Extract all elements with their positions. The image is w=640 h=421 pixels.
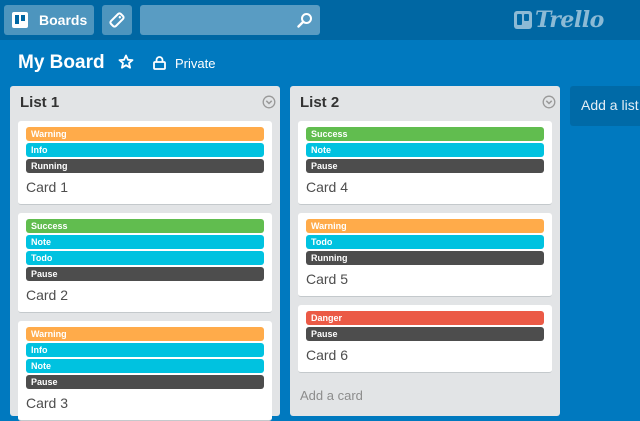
star-icon[interactable] bbox=[118, 54, 134, 70]
label-warning: Warning bbox=[306, 219, 544, 233]
label-note: Note bbox=[306, 143, 544, 157]
board-title[interactable]: My Board bbox=[18, 50, 105, 76]
card-title: Card 5 bbox=[306, 271, 349, 287]
top-bar: Boards Trello bbox=[0, 0, 640, 40]
list-title[interactable]: List 1 bbox=[20, 94, 59, 112]
card[interactable]: Warning Info Note Pause Card 3 bbox=[18, 321, 272, 421]
card[interactable]: Warning Todo Running Card 5 bbox=[298, 213, 552, 297]
boards-icon bbox=[12, 12, 28, 28]
card-title: Card 2 bbox=[26, 287, 69, 303]
label-note: Note bbox=[26, 359, 264, 373]
label-success: Success bbox=[26, 219, 264, 233]
app-logo[interactable]: Trello bbox=[514, 7, 604, 33]
label-info: Info bbox=[26, 143, 264, 157]
tag-icon bbox=[109, 12, 125, 28]
card[interactable]: Success Note Todo Pause Card 2 bbox=[18, 213, 272, 313]
privacy-label: Private bbox=[175, 55, 216, 71]
label-running: Running bbox=[26, 159, 264, 173]
label-pause: Pause bbox=[26, 375, 264, 389]
label-success: Success bbox=[306, 127, 544, 141]
lock-icon bbox=[153, 56, 166, 70]
add-list-button[interactable]: Add a list bbox=[570, 86, 640, 126]
label-warning: Warning bbox=[26, 127, 264, 141]
card[interactable]: Warning Info Running Card 1 bbox=[18, 121, 272, 205]
privacy-button[interactable]: Private bbox=[153, 52, 215, 74]
label-info: Info bbox=[26, 343, 264, 357]
label-todo: Todo bbox=[306, 235, 544, 249]
card-title: Card 4 bbox=[306, 179, 349, 195]
chevron-down-icon[interactable] bbox=[542, 95, 556, 109]
label-running: Running bbox=[306, 251, 544, 265]
label-pause: Pause bbox=[306, 159, 544, 173]
list-title[interactable]: List 2 bbox=[300, 94, 339, 112]
card-title: Card 6 bbox=[306, 347, 349, 363]
chevron-down-icon[interactable] bbox=[262, 95, 276, 109]
boards-button[interactable]: Boards bbox=[4, 5, 94, 35]
card-title: Card 1 bbox=[26, 179, 69, 195]
card[interactable]: Success Note Pause Card 4 bbox=[298, 121, 552, 205]
list-2: List 2 Success Note Pause Card 4 Warning… bbox=[290, 86, 560, 416]
card-title: Card 3 bbox=[26, 395, 69, 411]
label-note: Note bbox=[26, 235, 264, 249]
label-danger: Danger bbox=[306, 311, 544, 325]
tag-button[interactable] bbox=[102, 5, 132, 35]
card[interactable]: Danger Pause Card 6 bbox=[298, 305, 552, 373]
label-pause: Pause bbox=[306, 327, 544, 341]
search-icon[interactable] bbox=[297, 12, 313, 28]
list-1: List 1 Warning Info Running Card 1 Succe… bbox=[10, 86, 280, 421]
trello-logo-icon bbox=[514, 11, 532, 29]
label-pause: Pause bbox=[26, 267, 264, 281]
label-warning: Warning bbox=[26, 327, 264, 341]
boards-label: Boards bbox=[39, 12, 88, 28]
logo-text: Trello bbox=[535, 7, 604, 33]
add-card-button[interactable]: Add a card bbox=[300, 388, 363, 403]
label-todo: Todo bbox=[26, 251, 264, 265]
search-box bbox=[140, 5, 320, 35]
search-input[interactable] bbox=[140, 5, 290, 35]
